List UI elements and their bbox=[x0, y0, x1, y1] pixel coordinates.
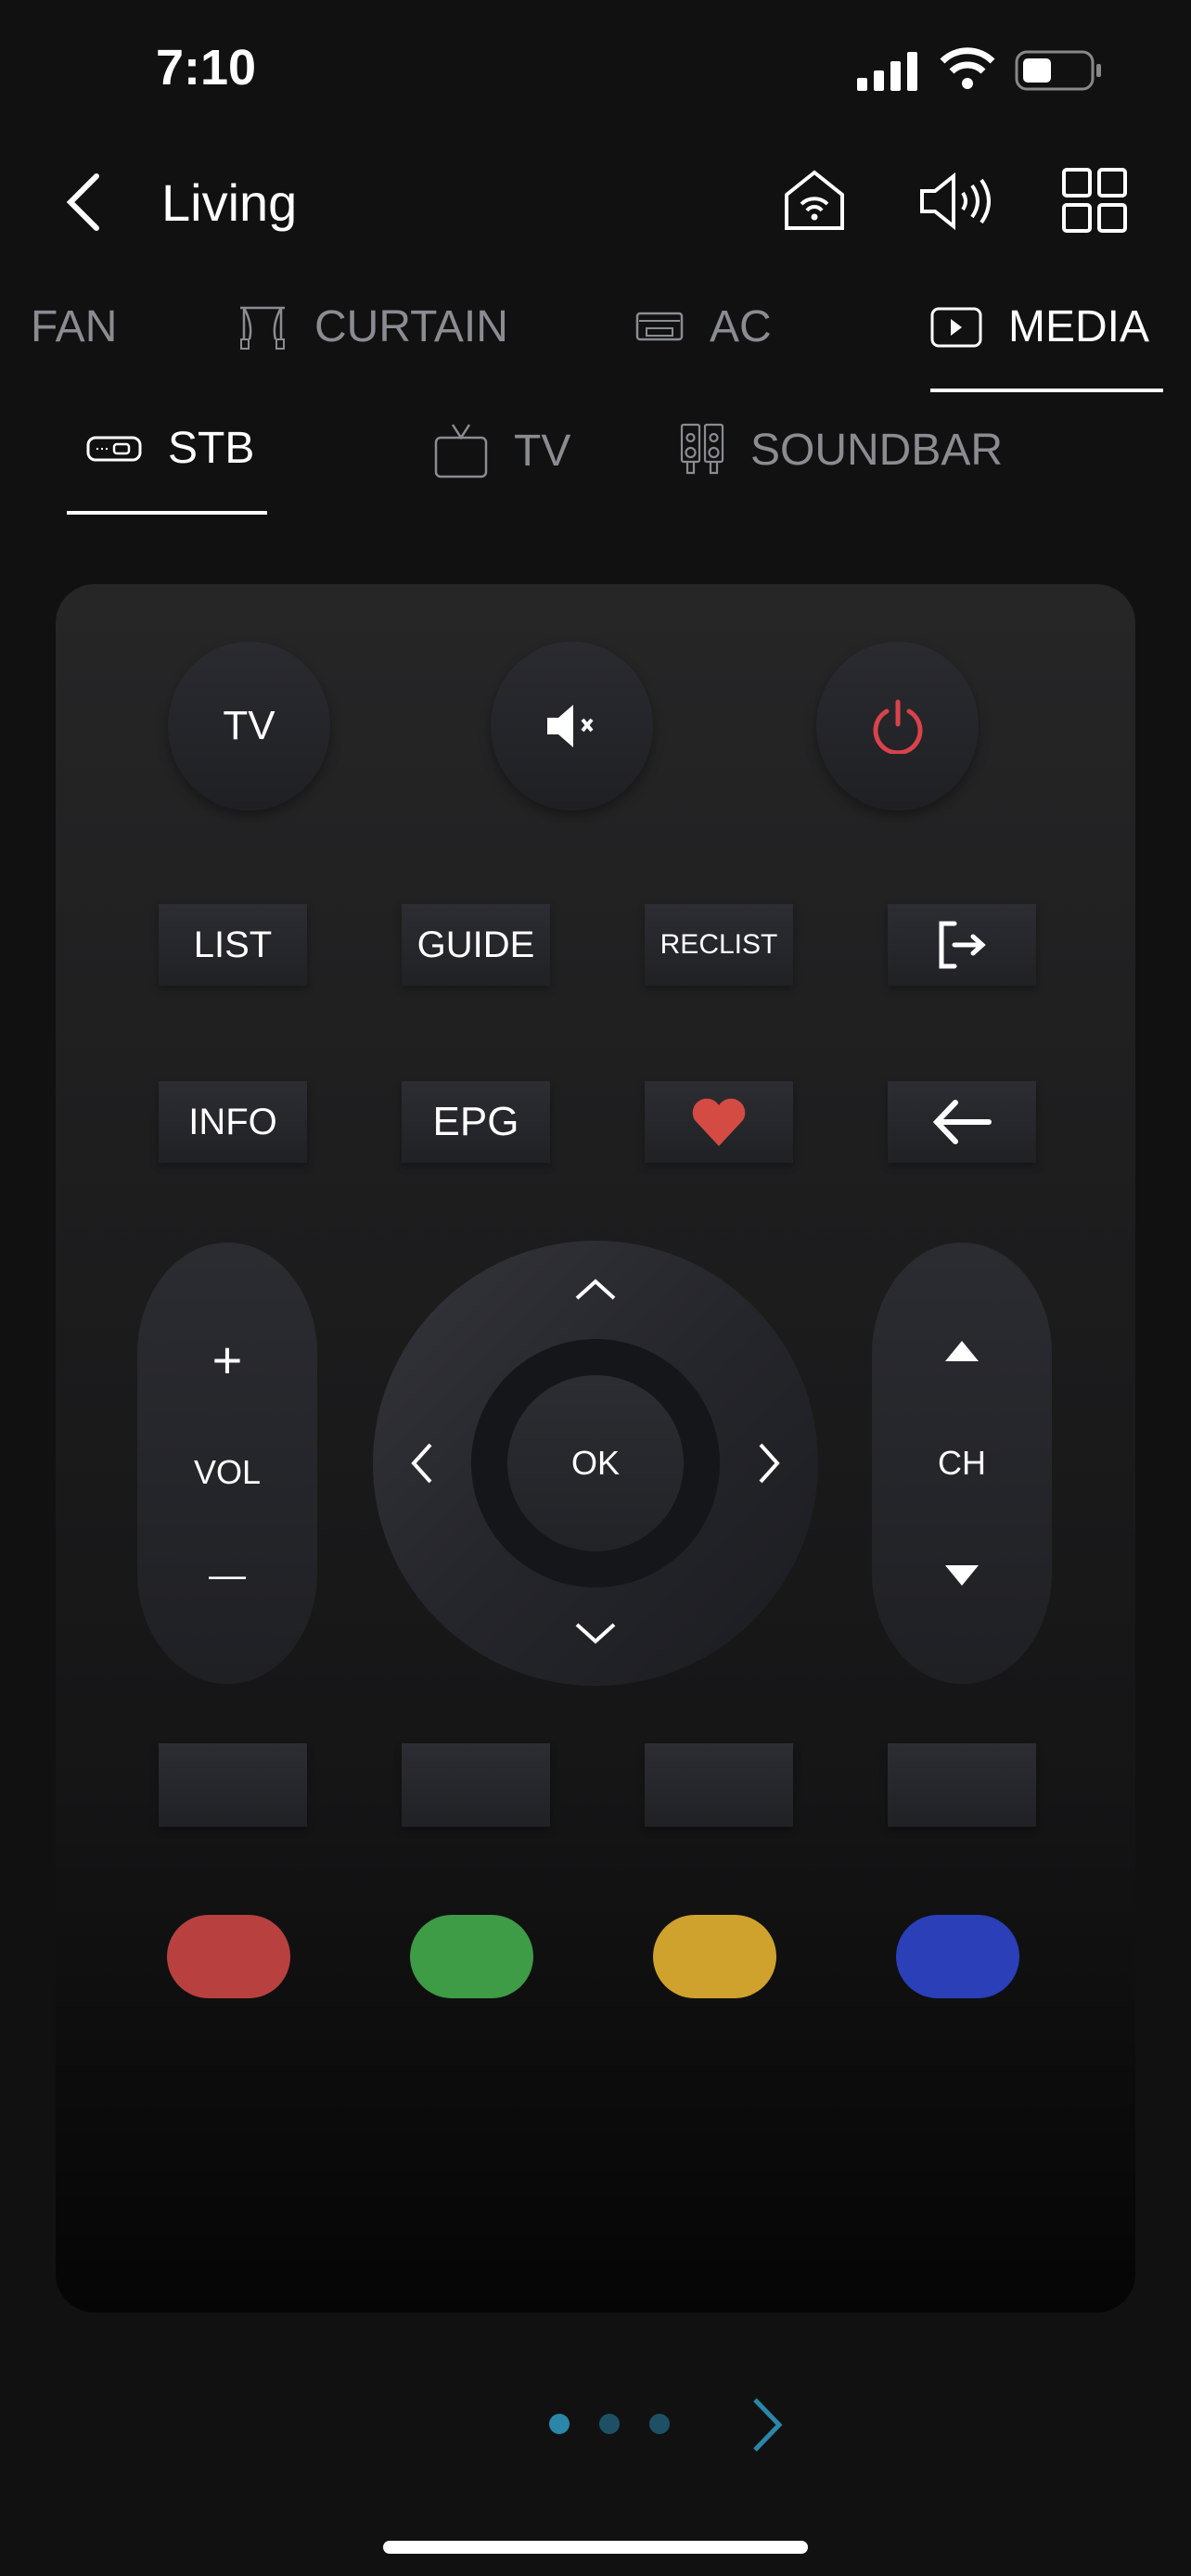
page-dot-2[interactable] bbox=[599, 2414, 620, 2434]
page-title: Living bbox=[161, 173, 298, 232]
button-label: INFO bbox=[188, 1101, 277, 1142]
home-wifi-icon[interactable] bbox=[781, 167, 848, 234]
tab-ac[interactable]: AC bbox=[635, 301, 772, 352]
tab-media[interactable]: MEDIA bbox=[930, 301, 1149, 352]
tab-label: MEDIA bbox=[1008, 302, 1150, 351]
tab-indicator bbox=[930, 389, 1163, 392]
subtab-label: SOUNDBAR bbox=[750, 425, 1004, 475]
subtab-label: STB bbox=[168, 424, 255, 473]
tab-curtain[interactable]: CURTAIN bbox=[237, 301, 508, 352]
epg-button[interactable]: EPG bbox=[402, 1081, 550, 1163]
channel-rocker: CH bbox=[872, 1243, 1052, 1684]
volume-down-button[interactable]: — bbox=[209, 1555, 246, 1597]
subtab-indicator bbox=[67, 511, 267, 515]
power-button[interactable] bbox=[816, 642, 979, 810]
volume-rocker: + VOL — bbox=[137, 1243, 317, 1684]
ok-button[interactable]: OK bbox=[507, 1375, 684, 1551]
tab-label: AC bbox=[710, 302, 772, 351]
blank-button-3[interactable] bbox=[645, 1743, 793, 1827]
blank-button-1[interactable] bbox=[159, 1743, 307, 1827]
ac-icon bbox=[635, 312, 684, 340]
up-arrow-button[interactable] bbox=[573, 1276, 618, 1302]
ok-label: OK bbox=[570, 1444, 620, 1482]
red-button[interactable] bbox=[167, 1915, 290, 1998]
play-icon bbox=[930, 307, 982, 347]
channel-up-button[interactable] bbox=[943, 1339, 980, 1363]
volume-up-button[interactable]: + bbox=[212, 1330, 243, 1390]
tv-button-label: TV bbox=[223, 703, 275, 748]
guide-button[interactable]: GUIDE bbox=[402, 904, 550, 986]
volume-label: VOL bbox=[193, 1453, 262, 1491]
mute-icon bbox=[546, 705, 594, 747]
exit-icon bbox=[939, 921, 986, 969]
tv-icon bbox=[434, 424, 488, 478]
subtab-soundbar[interactable]: SOUNDBAR bbox=[680, 423, 1003, 477]
button-label: LIST bbox=[193, 924, 273, 965]
right-arrow-button[interactable] bbox=[757, 1441, 783, 1486]
home-indicator[interactable] bbox=[383, 2541, 808, 2554]
status-time: 7:10 bbox=[156, 40, 257, 96]
back-button[interactable] bbox=[63, 172, 104, 232]
subtab-tv[interactable]: TV bbox=[434, 423, 570, 478]
left-arrow-button[interactable] bbox=[408, 1441, 434, 1486]
list-button[interactable]: LIST bbox=[159, 904, 307, 986]
subtab-label: TV bbox=[514, 426, 571, 476]
tab-label: FAN bbox=[31, 302, 118, 351]
button-label: RECLIST bbox=[660, 929, 778, 960]
channel-label: CH bbox=[938, 1443, 986, 1482]
tab-fan[interactable]: FAN bbox=[31, 301, 117, 352]
back-nav-button[interactable] bbox=[888, 1081, 1036, 1163]
tv-button[interactable]: TV bbox=[168, 642, 330, 810]
info-button[interactable]: INFO bbox=[159, 1081, 307, 1163]
subtab-stb[interactable]: STB bbox=[86, 423, 254, 474]
next-page-button[interactable] bbox=[749, 2396, 787, 2454]
down-arrow-button[interactable] bbox=[573, 1621, 618, 1647]
button-label: EPG bbox=[432, 1099, 519, 1144]
curtain-icon bbox=[240, 306, 285, 350]
battery-icon bbox=[1015, 50, 1101, 91]
speaker-icon[interactable] bbox=[918, 171, 992, 232]
favorite-button[interactable] bbox=[645, 1081, 793, 1163]
yellow-button[interactable] bbox=[653, 1915, 776, 1998]
speakers-icon bbox=[680, 423, 724, 475]
arrow-left-icon bbox=[932, 1100, 992, 1144]
set-top-box-icon bbox=[86, 436, 142, 461]
page-dot-3[interactable] bbox=[649, 2414, 670, 2434]
green-button[interactable] bbox=[410, 1915, 533, 1998]
heart-icon bbox=[692, 1098, 746, 1146]
tab-label: CURTAIN bbox=[314, 302, 508, 351]
exit-button[interactable] bbox=[888, 904, 1036, 986]
power-icon bbox=[873, 699, 922, 754]
page-dot-1[interactable] bbox=[549, 2414, 570, 2434]
wifi-icon bbox=[940, 47, 995, 89]
blue-button[interactable] bbox=[896, 1915, 1019, 1998]
channel-down-button[interactable] bbox=[943, 1563, 980, 1588]
blank-button-4[interactable] bbox=[888, 1743, 1036, 1827]
blank-button-2[interactable] bbox=[402, 1743, 550, 1827]
signal-icon bbox=[857, 52, 917, 91]
button-label: GUIDE bbox=[416, 924, 535, 965]
grid-icon[interactable] bbox=[1061, 167, 1128, 234]
mute-button[interactable] bbox=[491, 642, 653, 810]
reclist-button[interactable]: RECLIST bbox=[645, 904, 793, 986]
